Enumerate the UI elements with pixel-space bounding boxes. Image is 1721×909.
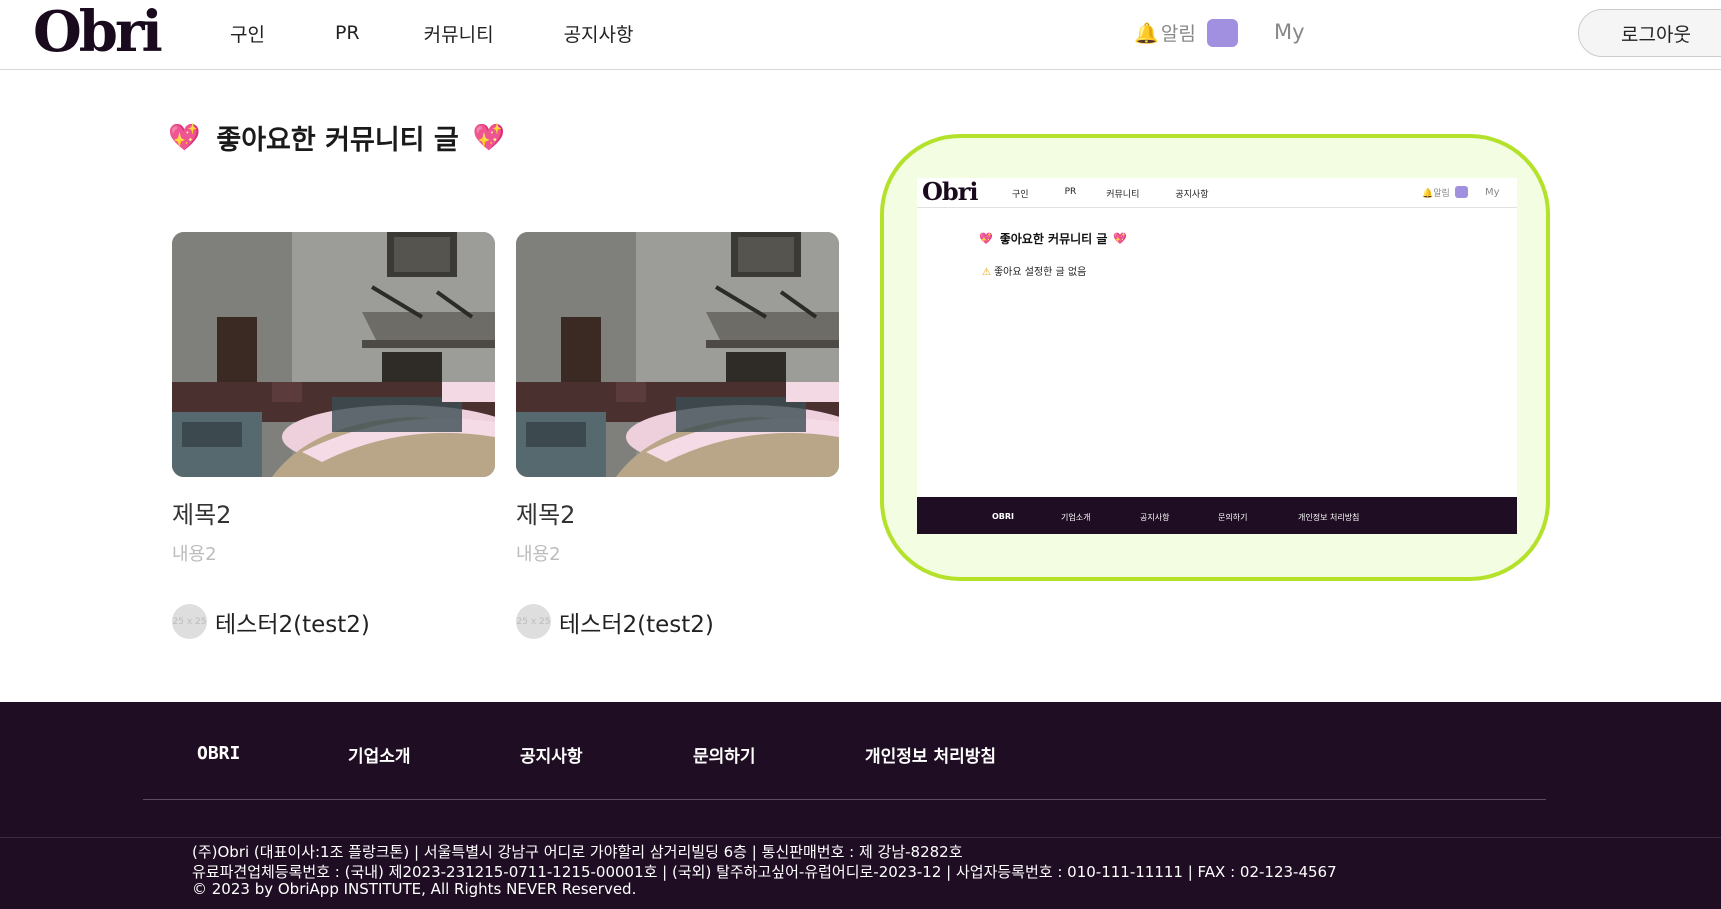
footer-logo[interactable]: OBRI xyxy=(197,743,240,764)
footer-divider xyxy=(0,837,1721,838)
post-card[interactable]: 제목2 내용2 25 x 25 테스터2(test2) xyxy=(172,232,495,639)
post-content: 내용2 xyxy=(516,544,561,565)
logo[interactable]: Obri xyxy=(33,2,163,62)
main-nav: 구인 PR 커뮤니티 공지사항 xyxy=(230,0,703,66)
footer-copyright: © 2023 by ObriApp INSTITUTE, All Rights … xyxy=(192,880,637,898)
bell-icon: 🔔 xyxy=(1422,189,1434,199)
page-title: 💖 좋아요한 커뮤니티 글 💖 xyxy=(168,118,505,157)
author-avatar: 25 x 25 xyxy=(516,604,551,639)
footer-registration-info: 유료파견업체등록번호 : (국내) 제2023-231215-0711-1215… xyxy=(192,863,1337,881)
preview-nav-item: 커뮤니티 xyxy=(1106,190,1140,200)
author-avatar: 25 x 25 xyxy=(172,604,207,639)
bell-icon: 🔔 xyxy=(1134,20,1159,45)
author-name: 테스터2(test2) xyxy=(215,611,370,638)
preview-avatar xyxy=(1455,186,1468,198)
heart-icon: 💖 xyxy=(472,122,506,153)
nav-item-pr[interactable]: PR xyxy=(335,22,360,44)
post-thumbnail[interactable] xyxy=(516,232,839,477)
preview-footer-link: 기업소개 xyxy=(1061,513,1091,522)
preview-footer-link: 개인정보 처리방침 xyxy=(1298,513,1360,522)
post-title[interactable]: 제목2 xyxy=(172,495,231,530)
user-avatar[interactable] xyxy=(1207,19,1238,47)
preview-footer: OBRI 기업소개 공지사항 문의하기 개인정보 처리방침 xyxy=(917,497,1517,534)
preview-my: My xyxy=(1485,187,1500,198)
heart-icon: 💖 xyxy=(979,232,993,245)
alarm-label: 알림 xyxy=(1160,23,1196,45)
my-page-link[interactable]: My xyxy=(1274,20,1305,44)
footer-link-company[interactable]: 기업소개 xyxy=(348,742,411,767)
preview-footer-logo: OBRI xyxy=(992,512,1015,521)
page-title-text: 좋아요한 커뮤니티 글 xyxy=(216,125,459,156)
preview-title: 💖 좋아요한 커뮤니티 글 💖 xyxy=(979,230,1127,247)
footer-company-info: (주)Obri (대표이사:1조 플랑크톤) | 서울특별시 강남구 어디로 가… xyxy=(192,843,963,861)
preview-nav-item: 공지사항 xyxy=(1175,190,1209,200)
nav-item-community[interactable]: 커뮤니티 xyxy=(424,20,494,47)
post-author: 25 x 25 테스터2(test2) xyxy=(516,604,714,639)
top-header: Obri 구인 PR 커뮤니티 공지사항 🔔 알림 My 로그아웃 xyxy=(0,0,1721,70)
preview-footer-link: 문의하기 xyxy=(1218,513,1248,522)
preview-nav: 구인 PR 커뮤니티 공지사항 xyxy=(1012,187,1245,200)
warning-icon: ⚠ xyxy=(982,267,991,278)
preview-header: Obri 구인 PR 커뮤니티 공지사항 🔔알림 My xyxy=(917,178,1517,208)
author-name: 테스터2(test2) xyxy=(559,611,714,638)
preview-empty-message: ⚠ 좋아요 설정한 글 없음 xyxy=(982,263,1086,278)
footer-link-privacy[interactable]: 개인정보 처리방침 xyxy=(865,742,996,767)
nav-item-jobs[interactable]: 구인 xyxy=(230,20,265,47)
preview-title-text: 좋아요한 커뮤니티 글 xyxy=(999,232,1108,246)
nav-item-notice[interactable]: 공지사항 xyxy=(564,20,634,47)
preview-nav-item: PR xyxy=(1064,187,1077,197)
post-author: 25 x 25 테스터2(test2) xyxy=(172,604,370,639)
logout-button[interactable]: 로그아웃 xyxy=(1578,9,1721,57)
preview-footer-link: 공지사항 xyxy=(1140,513,1170,522)
preview-alarm-label: 알림 xyxy=(1433,189,1450,199)
heart-icon: 💖 xyxy=(168,122,201,153)
footer-divider xyxy=(143,799,1546,800)
post-title[interactable]: 제목2 xyxy=(516,495,575,530)
post-content: 내용2 xyxy=(172,544,217,565)
preview-screenshot: Obri 구인 PR 커뮤니티 공지사항 🔔알림 My 💖 좋아요한 커뮤니티 … xyxy=(917,178,1517,534)
heart-icon: 💖 xyxy=(1113,232,1128,245)
preview-alarm: 🔔알림 xyxy=(1422,186,1450,199)
footer-link-contact[interactable]: 문의하기 xyxy=(693,742,756,767)
alarm-button[interactable]: 🔔 알림 xyxy=(1134,19,1196,46)
footer-link-notice[interactable]: 공지사항 xyxy=(520,742,583,767)
preview-logo: Obri xyxy=(922,178,978,206)
post-card[interactable]: 제목2 내용2 25 x 25 테스터2(test2) xyxy=(516,232,839,639)
preview-nav-item: 구인 xyxy=(1012,190,1029,200)
preview-empty-text: 좋아요 설정한 글 없음 xyxy=(993,267,1087,278)
site-footer: OBRI 기업소개 공지사항 문의하기 개인정보 처리방침 (주)Obri (대… xyxy=(0,702,1721,909)
post-thumbnail[interactable] xyxy=(172,232,495,477)
